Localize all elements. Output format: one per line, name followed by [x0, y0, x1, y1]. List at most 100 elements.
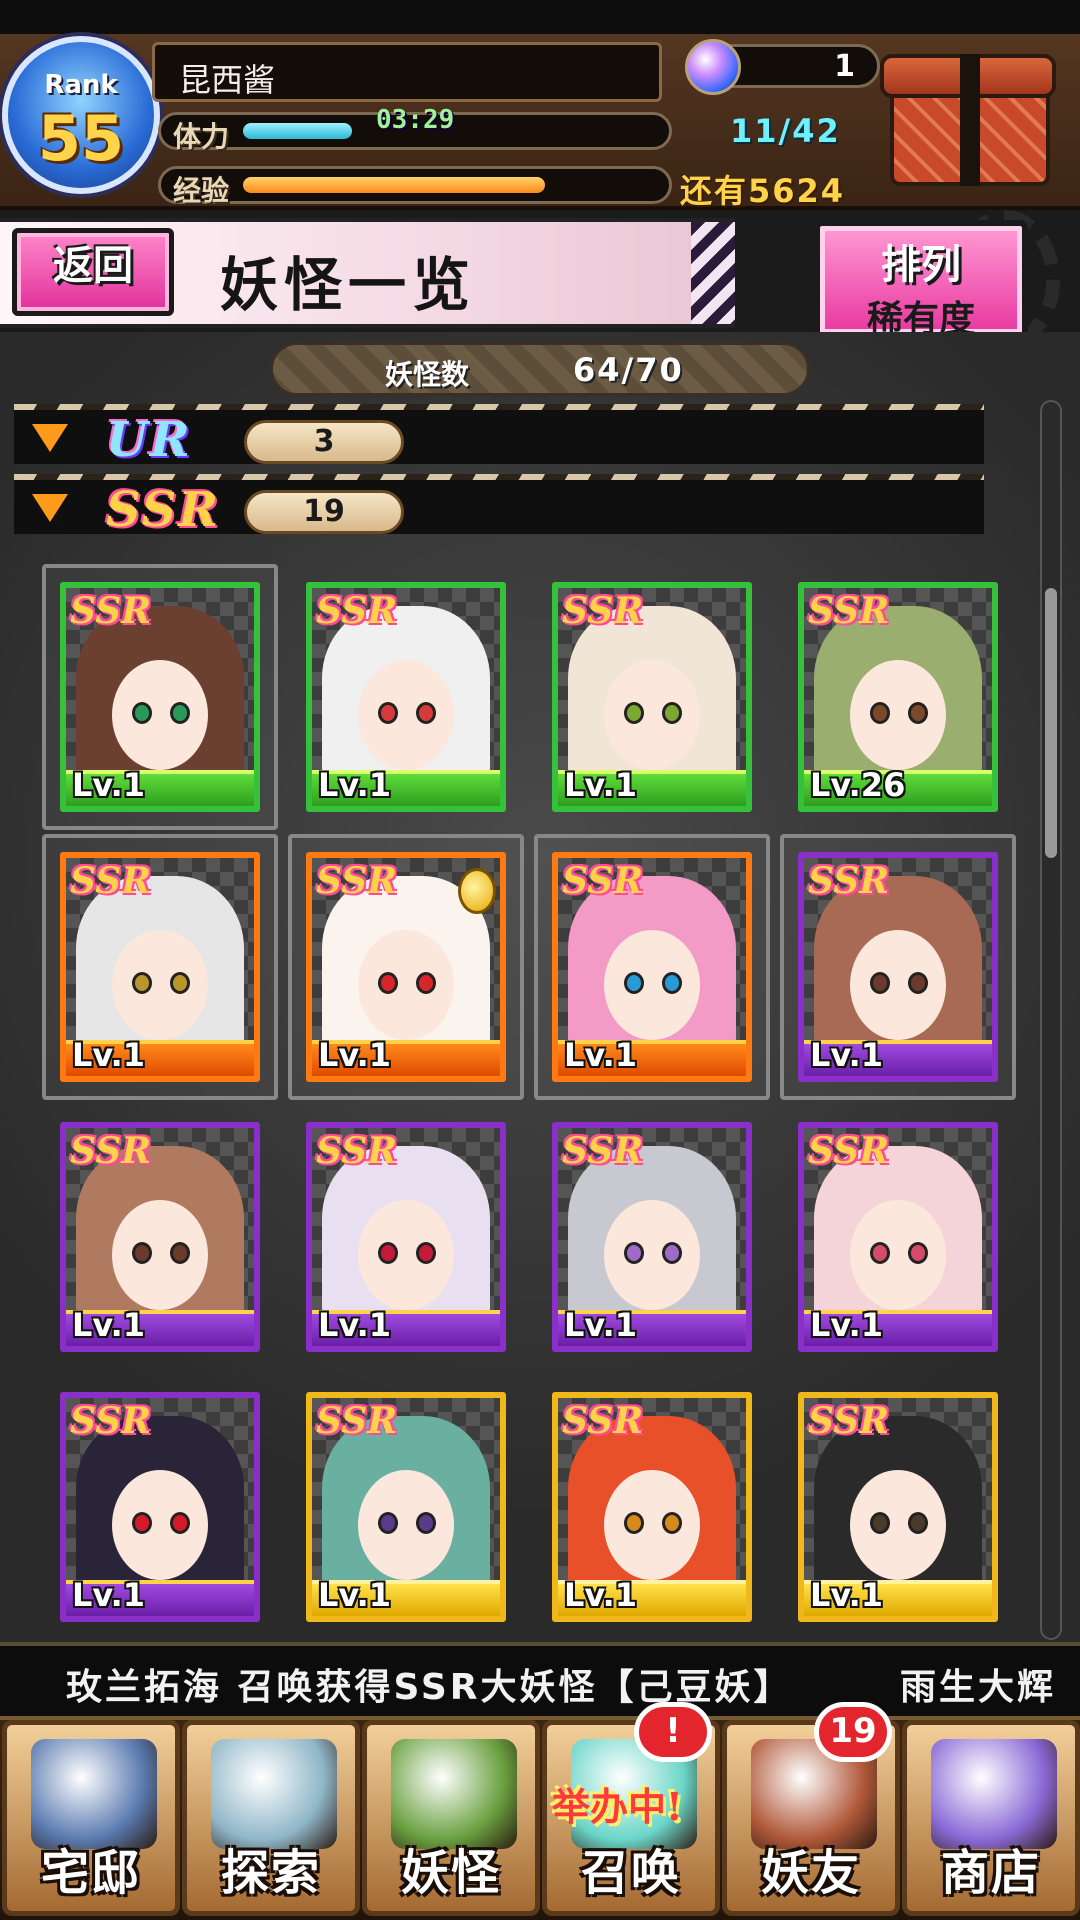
monster-eye	[416, 972, 436, 994]
monster-eye	[132, 1242, 152, 1264]
nav-monsters[interactable]: 妖怪	[362, 1720, 540, 1916]
monster-face	[850, 930, 946, 1040]
sort-button-label: 排列	[881, 241, 961, 288]
nav-mansion[interactable]: 宅邸	[2, 1720, 180, 1916]
card-level-label: Lv.1	[72, 766, 146, 804]
monster-card[interactable]: SSR Lv.1	[552, 582, 752, 812]
summon-event-label: 举办中!	[552, 1784, 683, 1829]
card-rarity-label: SSR	[808, 590, 890, 632]
card-level-label: Lv.1	[72, 1036, 146, 1074]
card-rarity-label: SSR	[70, 1130, 152, 1172]
monster-card-frame: SSR Lv.1	[798, 1122, 998, 1352]
monster-eye	[624, 972, 644, 994]
card-rarity-label: SSR	[808, 860, 890, 902]
monster-eye	[378, 702, 398, 724]
monster-eye	[662, 1512, 682, 1534]
monster-face	[604, 660, 700, 770]
crown-medal-icon	[458, 868, 496, 914]
chest-band	[960, 54, 980, 186]
monster-eye	[908, 702, 928, 724]
gift-box-button[interactable]	[880, 46, 1060, 196]
monster-card[interactable]: SSR Lv.1	[780, 834, 1016, 1100]
back-button-label: 返回	[53, 242, 133, 289]
orb-currency[interactable]: 1	[685, 39, 880, 95]
monster-eye	[132, 702, 152, 724]
stamina-label: 体力	[173, 120, 230, 153]
stamina-fill	[243, 123, 352, 139]
rarity-group-ur[interactable]: UR 3	[14, 404, 984, 468]
card-rarity-label: SSR	[562, 1130, 644, 1172]
monster-card[interactable]: SSR Lv.1	[552, 1122, 752, 1352]
player-name-box: 昆西酱	[152, 42, 662, 102]
monster-card-frame: SSR Lv.1	[798, 852, 998, 1082]
monster-face	[850, 1200, 946, 1310]
monster-eye	[416, 1512, 436, 1534]
monster-eye	[908, 1512, 928, 1534]
card-level-label: Lv.1	[318, 1036, 392, 1074]
monster-eye	[378, 1242, 398, 1264]
exp-fill	[243, 177, 545, 193]
monster-card[interactable]: SSR Lv.1	[42, 564, 278, 830]
monster-eye	[170, 1512, 190, 1534]
nav-label: 商店	[940, 1845, 1041, 1901]
monster-eye	[870, 702, 890, 724]
card-level-label: Lv.1	[72, 1306, 146, 1344]
monster-card-frame: SSR Lv.1	[60, 852, 260, 1082]
monster-card[interactable]: SSR Lv.1	[306, 1392, 506, 1622]
monster-eye	[378, 1512, 398, 1534]
monster-eye	[908, 1242, 928, 1264]
monster-eye	[624, 1242, 644, 1264]
monster-count-label: 妖怪数	[385, 358, 470, 391]
monster-card[interactable]: SSR Lv.1	[552, 1392, 752, 1622]
rarity-group-ssr[interactable]: SSR 19	[14, 474, 984, 538]
scrollbar-thumb[interactable]	[1045, 588, 1057, 858]
monster-card[interactable]: SSR Lv.1	[60, 1122, 260, 1352]
stamina-timer: 03:29	[376, 105, 455, 135]
card-rarity-label: SSR	[562, 860, 644, 902]
card-level-label: Lv.1	[318, 1576, 392, 1614]
monster-eye	[624, 1512, 644, 1534]
monster-card[interactable]: SSR Lv.1	[60, 1392, 260, 1622]
monster-eye	[416, 1242, 436, 1264]
card-level-label: Lv.1	[564, 1306, 638, 1344]
monster-card[interactable]: SSR Lv.1	[798, 1392, 998, 1622]
card-level-label: Lv.1	[564, 1576, 638, 1614]
monster-card[interactable]: SSR Lv.1	[798, 1122, 998, 1352]
list-scrollbar[interactable]	[1040, 400, 1062, 1640]
monster-card[interactable]: SSR Lv.1	[306, 582, 506, 812]
monster-eye	[870, 972, 890, 994]
rarity-group-name: SSR	[106, 482, 221, 538]
monster-card-frame: SSR Lv.1	[60, 1392, 260, 1622]
monster-card[interactable]: SSR Lv.1	[288, 834, 524, 1100]
monster-eye	[378, 972, 398, 994]
monster-card[interactable]: SSR Lv.1	[306, 1122, 506, 1352]
monster-card[interactable]: SSR Lv.1	[42, 834, 278, 1100]
card-rarity-label: SSR	[562, 1400, 644, 1442]
monster-count-pill: 妖怪数 64/70	[270, 342, 810, 396]
card-level-label: Lv.26	[810, 766, 906, 804]
rank-label: Rank	[44, 70, 118, 100]
monster-card[interactable]: SSR Lv.26	[798, 582, 998, 812]
page-title: 妖怪一览	[220, 251, 477, 319]
card-level-label: Lv.1	[318, 1306, 392, 1344]
card-rarity-label: SSR	[316, 1400, 398, 1442]
ticker-message-next: 雨生大辉	[900, 1667, 1057, 1708]
monster-face	[850, 1470, 946, 1580]
nav-label: 妖怪	[400, 1845, 501, 1901]
nav-shop[interactable]: 商店	[902, 1720, 1080, 1916]
monster-card-frame: SSR Lv.1	[306, 582, 506, 812]
nav-explore[interactable]: 探索	[182, 1720, 360, 1916]
nav-label: 召唤	[580, 1845, 681, 1901]
card-rarity-label: SSR	[316, 1130, 398, 1172]
card-rarity-label: SSR	[70, 860, 152, 902]
card-level-label: Lv.1	[318, 766, 392, 804]
monster-face	[604, 1200, 700, 1310]
monster-eye	[132, 972, 152, 994]
monster-card-frame: SSR Lv.1	[306, 1392, 506, 1622]
sort-button[interactable]: 排列 稀有度	[814, 220, 1028, 340]
title-banner-edge	[691, 222, 735, 324]
monster-card[interactable]: SSR Lv.1	[534, 834, 770, 1100]
rarity-group-name: UR	[106, 412, 192, 468]
monster-card-frame: SSR Lv.1	[60, 1122, 260, 1352]
back-button[interactable]: 返回	[12, 228, 174, 316]
